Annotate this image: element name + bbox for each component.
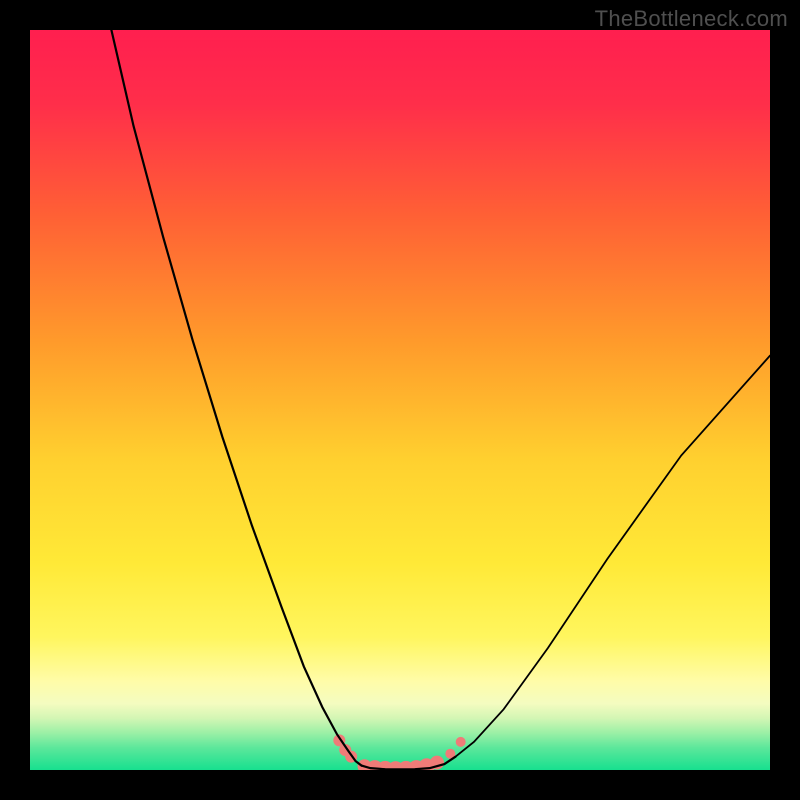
chart-frame: TheBottleneck.com	[0, 0, 800, 800]
gradient-background	[30, 30, 770, 770]
chart-svg	[30, 30, 770, 770]
marker-point	[456, 737, 466, 747]
watermark-text: TheBottleneck.com	[595, 6, 788, 32]
plot-area	[30, 30, 770, 770]
